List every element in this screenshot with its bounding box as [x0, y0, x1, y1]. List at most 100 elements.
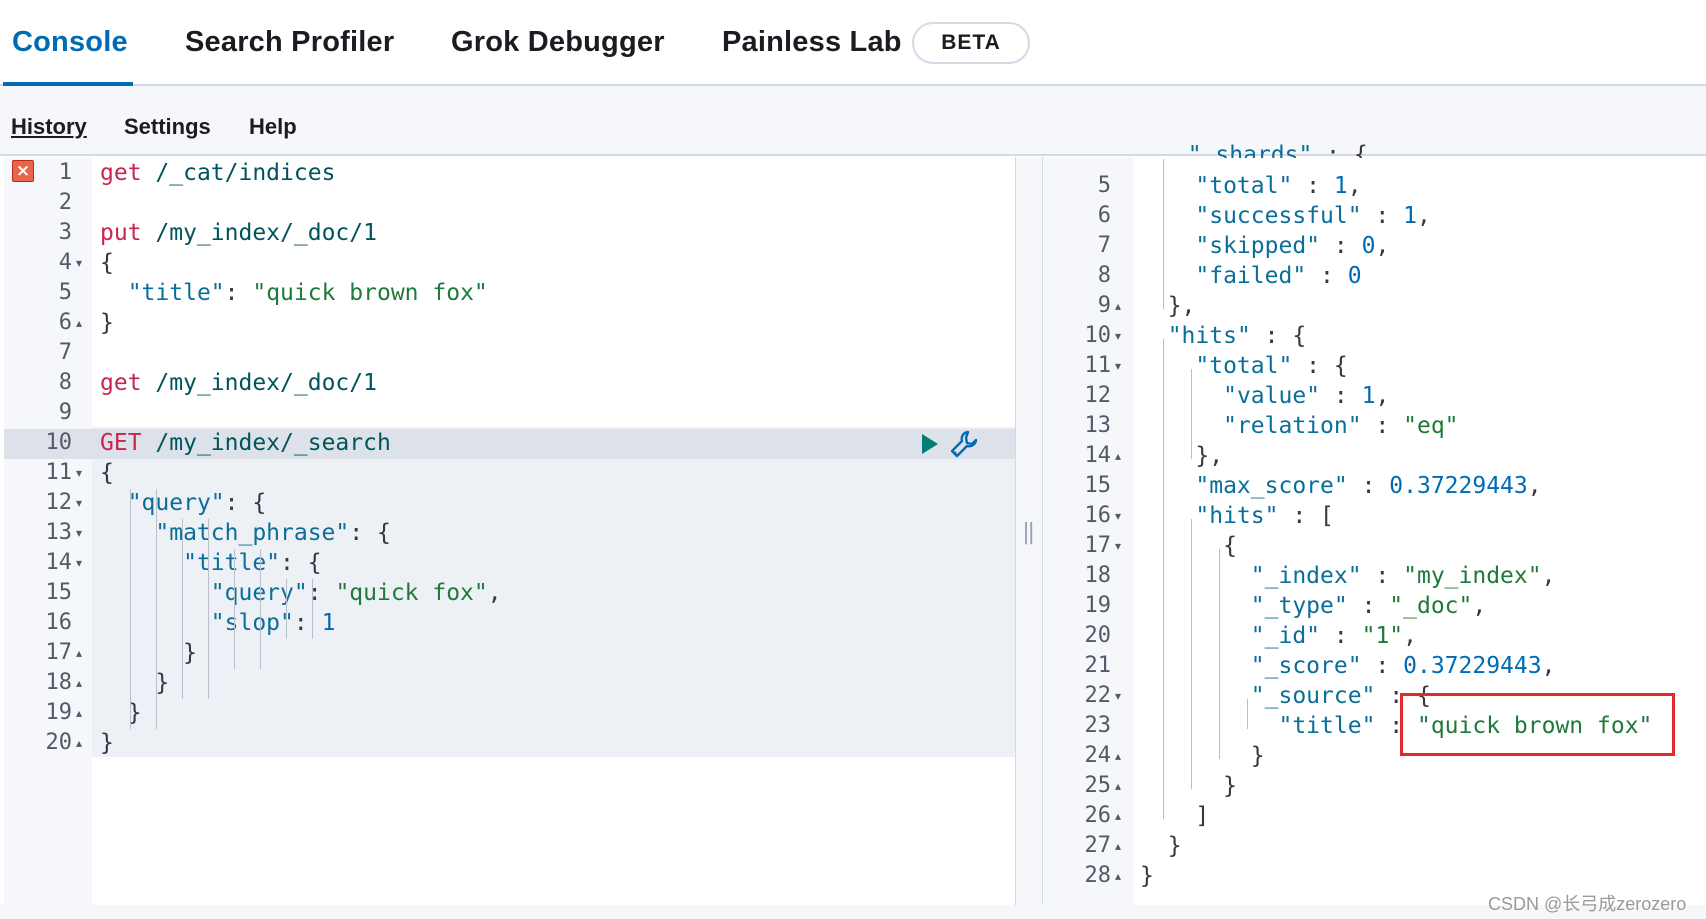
line-number: 6 [1097, 203, 1111, 228]
line-number: 21 [1084, 653, 1112, 678]
unfold-toggle-icon[interactable]: ▴ [76, 698, 82, 728]
line-number: 26 [1084, 803, 1112, 828]
code-line: "_index" : "my_index", [1250, 563, 1556, 589]
line-number: 4 [58, 250, 72, 275]
line-number: 28 [1084, 863, 1112, 888]
fold-toggle-icon[interactable]: ▾ [76, 458, 82, 488]
unfold-toggle-icon[interactable]: ▴ [76, 728, 82, 758]
line-number: 12 [1084, 383, 1112, 408]
code-line: }, [1140, 443, 1224, 469]
fold-toggle-icon[interactable]: ▾ [76, 518, 82, 548]
fold-toggle-icon[interactable]: ▾ [1115, 501, 1121, 531]
code-line[interactable]: } [100, 308, 114, 338]
indent-guide [1247, 699, 1248, 729]
code-line: "relation" : "eq" [1223, 413, 1459, 439]
fold-toggle-icon[interactable]: ▾ [1115, 321, 1121, 351]
code-line[interactable]: GET /my_index/_search [100, 428, 391, 458]
code-line[interactable]: "title": "quick brown fox" [100, 278, 488, 308]
line-number: 6 [58, 310, 72, 335]
line-number: 19 [45, 700, 73, 725]
code-line[interactable]: } [100, 728, 114, 758]
line-number: 18 [45, 670, 73, 695]
unfold-toggle-icon[interactable]: ▴ [1115, 831, 1121, 861]
code-line: "_score" : 0.37229443, [1250, 653, 1556, 679]
code-line: { [1140, 533, 1237, 559]
help-link[interactable]: Help [249, 114, 297, 140]
line-number: 27 [1084, 833, 1112, 858]
line-number: 13 [45, 520, 73, 545]
tab-grok-debugger[interactable]: Grok Debugger [451, 26, 665, 59]
line-number: 13 [1084, 413, 1112, 438]
unfold-toggle-icon[interactable]: ▴ [76, 308, 82, 338]
unfold-toggle-icon[interactable]: ▴ [1115, 861, 1121, 891]
unfold-toggle-icon[interactable]: ▴ [1115, 741, 1121, 771]
code-line: "skipped" : 0, [1195, 233, 1390, 259]
history-link[interactable]: History [11, 114, 87, 140]
indent-guide [130, 489, 131, 729]
line-number: 10 [1084, 323, 1112, 348]
code-line[interactable]: "slop": 1 [100, 608, 336, 638]
fold-toggle-icon[interactable]: ▾ [1115, 351, 1121, 381]
resizer-icon[interactable]: ‖ [1022, 520, 1035, 545]
wrench-icon[interactable] [948, 428, 980, 460]
indent-guide [234, 549, 235, 669]
code-line[interactable]: get /_cat/indices [100, 158, 335, 188]
line-number: 16 [1084, 503, 1112, 528]
fold-toggle-icon[interactable]: ▾ [76, 548, 82, 578]
code-line[interactable]: } [100, 698, 142, 728]
fold-toggle-icon[interactable]: ▾ [76, 488, 82, 518]
unfold-toggle-icon[interactable]: ▴ [1115, 291, 1121, 321]
unfold-toggle-icon[interactable]: ▴ [1115, 441, 1121, 471]
line-number: 5 [1097, 173, 1111, 198]
code-line: } [1140, 863, 1154, 889]
code-line: ] [1140, 803, 1210, 829]
fold-toggle-icon[interactable]: ▾ [1115, 681, 1121, 711]
line-number: 18 [1084, 563, 1112, 588]
code-line[interactable]: "query": "quick fox", [100, 578, 502, 608]
unfold-toggle-icon[interactable]: ▴ [1115, 771, 1121, 801]
console-menu: History Settings Help [0, 86, 1706, 156]
line-number: 23 [1084, 713, 1112, 738]
code-line: "hits" : [ [1195, 503, 1334, 529]
code-line[interactable]: } [100, 668, 169, 698]
line-number: 2 [58, 190, 72, 215]
code-line[interactable]: { [100, 458, 114, 488]
watermark: CSDN @长弓成zerozero [1488, 894, 1687, 914]
code-line[interactable]: "title": { [100, 548, 322, 578]
code-line: "total" : 1, [1195, 173, 1362, 199]
line-number: 11 [45, 460, 73, 485]
indent-guide [1163, 339, 1164, 819]
line-number: 14 [45, 550, 73, 575]
unfold-toggle-icon[interactable]: ▴ [76, 668, 82, 698]
line-number: 25 [1084, 773, 1112, 798]
code-line[interactable]: { [100, 248, 114, 278]
unfold-toggle-icon[interactable]: ▴ [76, 638, 82, 668]
play-icon[interactable] [920, 432, 940, 456]
code-line: "_source" : { [1250, 683, 1431, 709]
line-number: 5 [58, 280, 72, 305]
line-number: 9 [1097, 293, 1111, 318]
code-line[interactable]: get /my_index/_doc/1 [100, 368, 377, 398]
indent-guide [208, 519, 209, 699]
unfold-toggle-icon[interactable]: ▴ [1115, 801, 1121, 831]
code-line[interactable]: "match_phrase": { [100, 518, 390, 548]
highlight-annotation [1400, 693, 1675, 756]
beta-badge: BETA [912, 22, 1030, 64]
code-line[interactable]: put /my_index/_doc/1 [100, 218, 377, 248]
code-line[interactable]: "query": { [100, 488, 267, 518]
tab-console[interactable]: Console [12, 26, 128, 59]
line-number: 15 [1084, 473, 1112, 498]
line-number: 8 [1097, 263, 1111, 288]
indent-guide [1163, 159, 1164, 309]
tab-painless-lab[interactable]: Painless Lab [722, 26, 902, 59]
code-line: } [1140, 833, 1182, 859]
tab-search-profiler[interactable]: Search Profiler [185, 26, 394, 59]
line-number: 9 [58, 400, 72, 425]
line-number: 8 [58, 370, 72, 395]
fold-toggle-icon[interactable]: ▾ [1115, 531, 1121, 561]
fold-toggle-icon[interactable]: ▾ [76, 248, 82, 278]
code-line: "total" : { [1195, 353, 1348, 379]
code-line: "successful" : 1, [1195, 203, 1431, 229]
settings-link[interactable]: Settings [124, 114, 211, 140]
indent-guide [286, 579, 287, 639]
